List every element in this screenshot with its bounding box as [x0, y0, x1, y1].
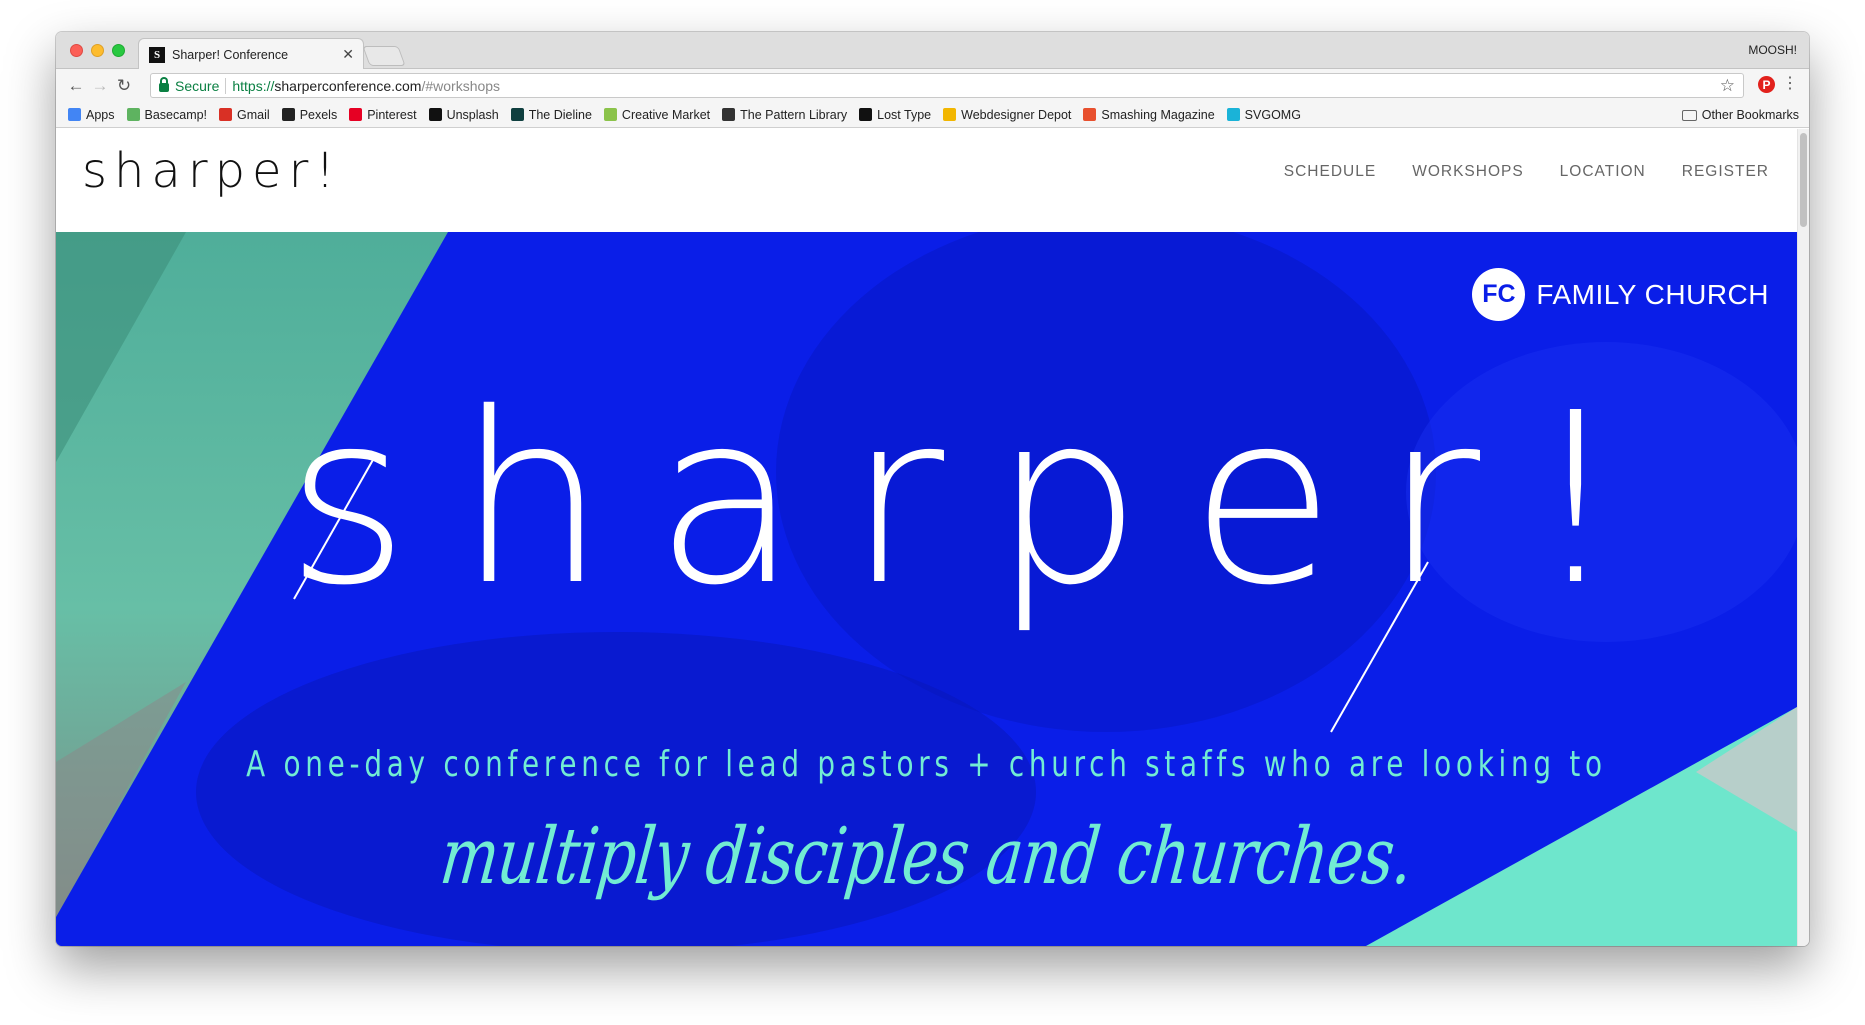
- folder-icon: [1681, 109, 1697, 121]
- bookmark-item[interactable]: Webdesigner Depot: [943, 108, 1071, 122]
- bookmark-label: Creative Market: [621, 107, 711, 122]
- lock-icon: [159, 77, 169, 92]
- fc-badge: FC: [1472, 268, 1526, 321]
- web-page: sharper! SCHEDULE WORKSHOPS LOCATION REG…: [56, 129, 1797, 946]
- apps-grid-icon: [68, 108, 81, 121]
- bookmark-item[interactable]: Pexels: [281, 107, 338, 122]
- nav-schedule[interactable]: SCHEDULE: [1284, 163, 1376, 181]
- nav-location[interactable]: LOCATION: [1560, 163, 1646, 181]
- lost-type-icon: [859, 108, 873, 121]
- bookmark-label: Webdesigner Depot: [961, 107, 1072, 122]
- hero-tagline: A one-day conference for lead pastors + …: [246, 744, 1607, 785]
- hero-headline: sharper!: [286, 362, 1671, 637]
- basecamp-icon: [126, 108, 140, 121]
- browser-tab[interactable]: S Sharper! Conference ✕: [138, 38, 364, 70]
- bookmark-item[interactable]: Lost Type: [859, 108, 931, 122]
- minimize-window-button[interactable]: [91, 44, 104, 57]
- forward-arrow-icon[interactable]: →: [88, 74, 112, 98]
- bookmark-label: Basecamp!: [144, 107, 208, 122]
- bookmark-item[interactable]: Smashing Magazine: [1083, 107, 1215, 122]
- bookmark-label: Unsplash: [446, 107, 499, 122]
- bookmark-item[interactable]: Apps: [68, 108, 115, 122]
- nav-workshops[interactable]: WORKSHOPS: [1412, 163, 1523, 181]
- other-bookmarks-label: Other Bookmarks: [1701, 108, 1799, 122]
- partner-name: FAMILY CHURCH: [1536, 278, 1769, 310]
- pinterest-extension-icon[interactable]: P: [1758, 76, 1775, 93]
- webdesigner-depot-icon: [943, 108, 957, 121]
- browser-window: S Sharper! Conference ✕ MOOSH! ← → ↻ Sec…: [56, 32, 1809, 946]
- hero-script-line: multiply disciples and churches.: [436, 812, 1417, 902]
- bookmark-item[interactable]: The Pattern Library: [722, 108, 847, 122]
- site-nav: SCHEDULE WORKSHOPS LOCATION REGISTER: [1284, 163, 1769, 181]
- bookmark-label: Smashing Magazine: [1101, 107, 1215, 122]
- tab-favicon-icon: S: [149, 46, 165, 63]
- bookmark-item[interactable]: Pinterest: [349, 107, 417, 122]
- browser-toolbar: ← → ↻ Secure https:// sharperconference.…: [56, 69, 1809, 102]
- creative-market-icon: [603, 108, 617, 121]
- bookmark-item[interactable]: Basecamp!: [126, 107, 208, 122]
- new-tab-button[interactable]: [362, 46, 406, 66]
- smashing-icon: [1083, 108, 1097, 121]
- tab-title: Sharper! Conference: [172, 47, 289, 62]
- bookmark-item[interactable]: The Dieline: [510, 107, 592, 122]
- bookmark-star-icon[interactable]: ☆: [1720, 76, 1735, 96]
- bookmark-label: Apps: [86, 107, 115, 122]
- bookmark-item[interactable]: Unsplash: [428, 107, 499, 122]
- gmail-icon: [219, 108, 233, 121]
- svgomg-icon: [1226, 108, 1240, 121]
- pattern-grid-icon: [722, 108, 736, 121]
- secure-label: Secure: [175, 77, 220, 94]
- maximize-window-button[interactable]: [112, 44, 125, 57]
- other-bookmarks[interactable]: Other Bookmarks: [1681, 108, 1799, 122]
- reload-icon[interactable]: ↻: [112, 74, 136, 98]
- bookmark-item[interactable]: Gmail: [219, 108, 270, 122]
- back-arrow-icon[interactable]: ←: [64, 74, 88, 98]
- pinterest-icon: [349, 108, 363, 121]
- scrollbar-thumb[interactable]: [1800, 133, 1807, 227]
- page-scrollbar[interactable]: [1797, 129, 1809, 946]
- profile-name[interactable]: MOOSH!: [1748, 43, 1797, 57]
- bookmark-label: The Pattern Library: [740, 107, 848, 122]
- url-scheme: https://: [232, 77, 275, 94]
- dieline-icon: [510, 108, 524, 121]
- site-header: sharper! SCHEDULE WORKSHOPS LOCATION REG…: [56, 129, 1797, 232]
- bookmark-label: Pinterest: [367, 107, 417, 122]
- bookmark-label: Lost Type: [877, 107, 932, 122]
- bookmarks-bar: Apps Basecamp! Gmail Pexels Pinterest Unsplas…: [56, 102, 1809, 128]
- site-logo[interactable]: sharper!: [82, 143, 342, 199]
- bookmark-label: Gmail: [237, 107, 270, 122]
- address-bar[interactable]: Secure https:// sharperconference.com /#…: [150, 73, 1744, 98]
- url-path: /#workshops: [421, 77, 501, 94]
- tab-close-icon[interactable]: ✕: [342, 46, 354, 63]
- bookmark-item[interactable]: SVGOMG: [1226, 107, 1301, 122]
- url-host: sharperconference.com: [274, 77, 422, 94]
- nav-register[interactable]: REGISTER: [1682, 163, 1769, 181]
- partner-logo: FC FAMILY CHURCH: [1472, 268, 1769, 321]
- address-separator: [225, 77, 227, 94]
- bookmark-label: SVGOMG: [1244, 107, 1301, 122]
- bookmark-label: Pexels: [299, 107, 338, 122]
- window-controls: [70, 44, 125, 57]
- camera-icon: [428, 108, 442, 121]
- close-window-button[interactable]: [70, 44, 83, 57]
- tab-strip: S Sharper! Conference ✕ MOOSH!: [56, 32, 1809, 70]
- hero-banner: FC FAMILY CHURCH sharper! A one-day conf…: [56, 232, 1797, 946]
- bookmark-label: The Dieline: [528, 107, 592, 122]
- bookmark-item[interactable]: Creative Market: [603, 107, 711, 122]
- pexels-icon: [281, 108, 295, 121]
- browser-menu-icon[interactable]: ⋮: [1782, 75, 1798, 93]
